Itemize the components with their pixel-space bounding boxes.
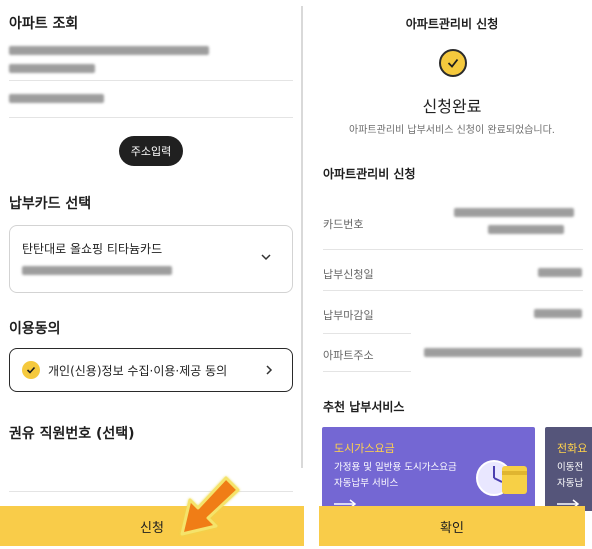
- gas-meter-icon: [476, 460, 527, 496]
- masked-address-line-1: [9, 46, 209, 55]
- complete-subtitle: 아파트관리비 납부서비스 신청이 완료되었습니다.: [349, 125, 555, 136]
- summary-section-title: 아파트관리비 신청: [323, 167, 416, 181]
- masked-apt-address: [424, 348, 582, 357]
- masked-address-line-2: [9, 64, 95, 73]
- selected-card-name: 탄탄대로 올쇼핑 티타늄카드: [22, 242, 163, 256]
- service-title: 전화요: [557, 442, 588, 455]
- gas-bill-service-card[interactable]: 도시가스요금 가정용 및 일반용 도시가스요금 자동납부 서비스: [322, 427, 535, 511]
- service-title: 도시가스요금: [334, 442, 395, 455]
- apt-address-label: 아파트주소: [323, 349, 374, 362]
- submit-button[interactable]: 신청: [0, 506, 304, 546]
- privacy-consent-item[interactable]: 개인(신용)정보 수집·이용·제공 동의: [9, 348, 293, 392]
- recommend-section-title: 추천 납부서비스: [323, 400, 405, 414]
- chevron-right-icon: [266, 365, 273, 375]
- card-select-dropdown[interactable]: 탄탄대로 올쇼핑 티타늄카드: [9, 225, 293, 293]
- divider: [9, 80, 293, 81]
- panel-divider: [301, 6, 303, 468]
- recommender-id-title: 권유 직원번호 (선택): [9, 426, 135, 442]
- masked-due-date: [534, 309, 582, 318]
- masked-card-number-2: [488, 225, 564, 234]
- divider: [323, 333, 411, 334]
- apply-date-label: 납부신청일: [323, 268, 374, 281]
- page-title: 아파트관리비 신청: [405, 17, 499, 31]
- divider: [323, 371, 411, 372]
- service-description: 가정용 및 일반용 도시가스요금 자동납부 서비스: [334, 462, 457, 489]
- check-icon: [22, 361, 40, 379]
- card-select-title: 납부카드 선택: [9, 196, 92, 212]
- complete-title: 신청완료: [422, 97, 482, 116]
- service-description: 이동전 자동납: [557, 462, 584, 489]
- masked-apply-date: [538, 268, 582, 277]
- consent-title: 이용동의: [9, 321, 61, 337]
- divider: [9, 117, 293, 118]
- chevron-down-icon: [261, 254, 271, 261]
- divider: [323, 249, 583, 250]
- application-complete-screen: 아파트관리비 신청 신청완료 아파트관리비 납부서비스 신청이 완료되었습니다.…: [312, 0, 592, 549]
- address-input-button[interactable]: 주소입력: [119, 136, 183, 166]
- masked-card-number: [454, 208, 574, 217]
- apartment-application-form: 아파트 조회 주소입력 납부카드 선택 탄탄대로 올쇼핑 티타늄카드 이용동의 …: [0, 0, 304, 549]
- due-date-label: 납부마감일: [323, 309, 374, 322]
- card-number-label: 카드번호: [323, 218, 364, 231]
- complete-check-icon: [439, 49, 467, 77]
- apt-lookup-title: 아파트 조회: [9, 16, 79, 32]
- masked-card-number: [22, 266, 172, 275]
- masked-address-line-3: [9, 94, 104, 103]
- divider: [9, 491, 293, 492]
- phone-bill-service-card[interactable]: 전화요 이동전 자동납: [545, 427, 592, 511]
- consent-label: 개인(신용)정보 수집·이용·제공 동의: [48, 363, 228, 378]
- pointer-arrow-icon: [180, 476, 240, 536]
- confirm-button[interactable]: 확인: [319, 506, 585, 546]
- divider: [323, 290, 583, 291]
